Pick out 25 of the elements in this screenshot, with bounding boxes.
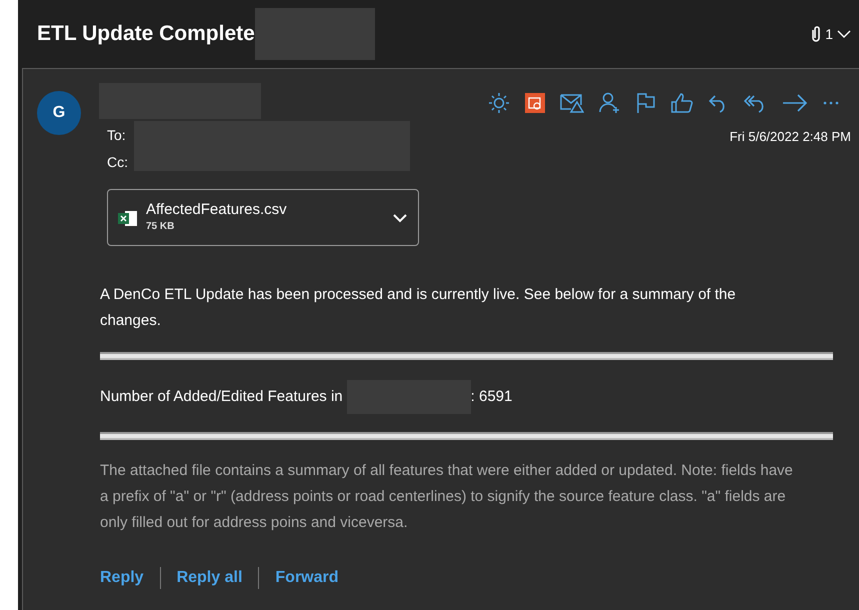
forward-icon[interactable] [782,94,808,112]
calendar-icon[interactable] [525,93,545,113]
cc-label: Cc: [107,153,128,172]
summary-value: : 6591 [470,387,512,407]
email-subject: ETL Update Complete [37,21,255,48]
reply-link[interactable]: Forward [275,566,339,590]
note-paragraph: The attached file contains a summary of all features that were either added or updated. Note: fields have a prefix of "a" or "r" (address points or road centerlines) to signify the source feature class. "a" fields are only filled out for address poins and viceversa. [100,461,794,533]
mail-warning-icon[interactable] [560,93,584,113]
summary-label: Number of Added/Edited Features in [100,387,343,407]
attachment-count: 1 [825,24,833,44]
add-person-icon[interactable] [599,92,621,114]
chevron-down-icon[interactable] [837,29,851,39]
reply-link[interactable]: Reply all [176,566,242,590]
more-options-icon[interactable] [823,101,839,105]
sender-avatar: G [37,91,81,135]
chevron-down-icon[interactable] [392,212,408,222]
to-label: To: [107,126,127,145]
paperclip-icon [811,25,822,43]
sun-icon[interactable] [488,92,510,114]
thumbs-up-icon[interactable] [671,93,693,113]
email-intro-paragraph: A DenCo ETL Update has been processed and is currently live. See below for a summary of the changes. [100,285,737,331]
flag-icon[interactable] [636,92,656,114]
message-date: Fri 5/6/2022 2:48 PM [730,128,851,146]
reply-link[interactable]: Reply [100,566,144,590]
attachment-card[interactable]: AffectedFeatures.csv 75 KB [107,189,419,246]
